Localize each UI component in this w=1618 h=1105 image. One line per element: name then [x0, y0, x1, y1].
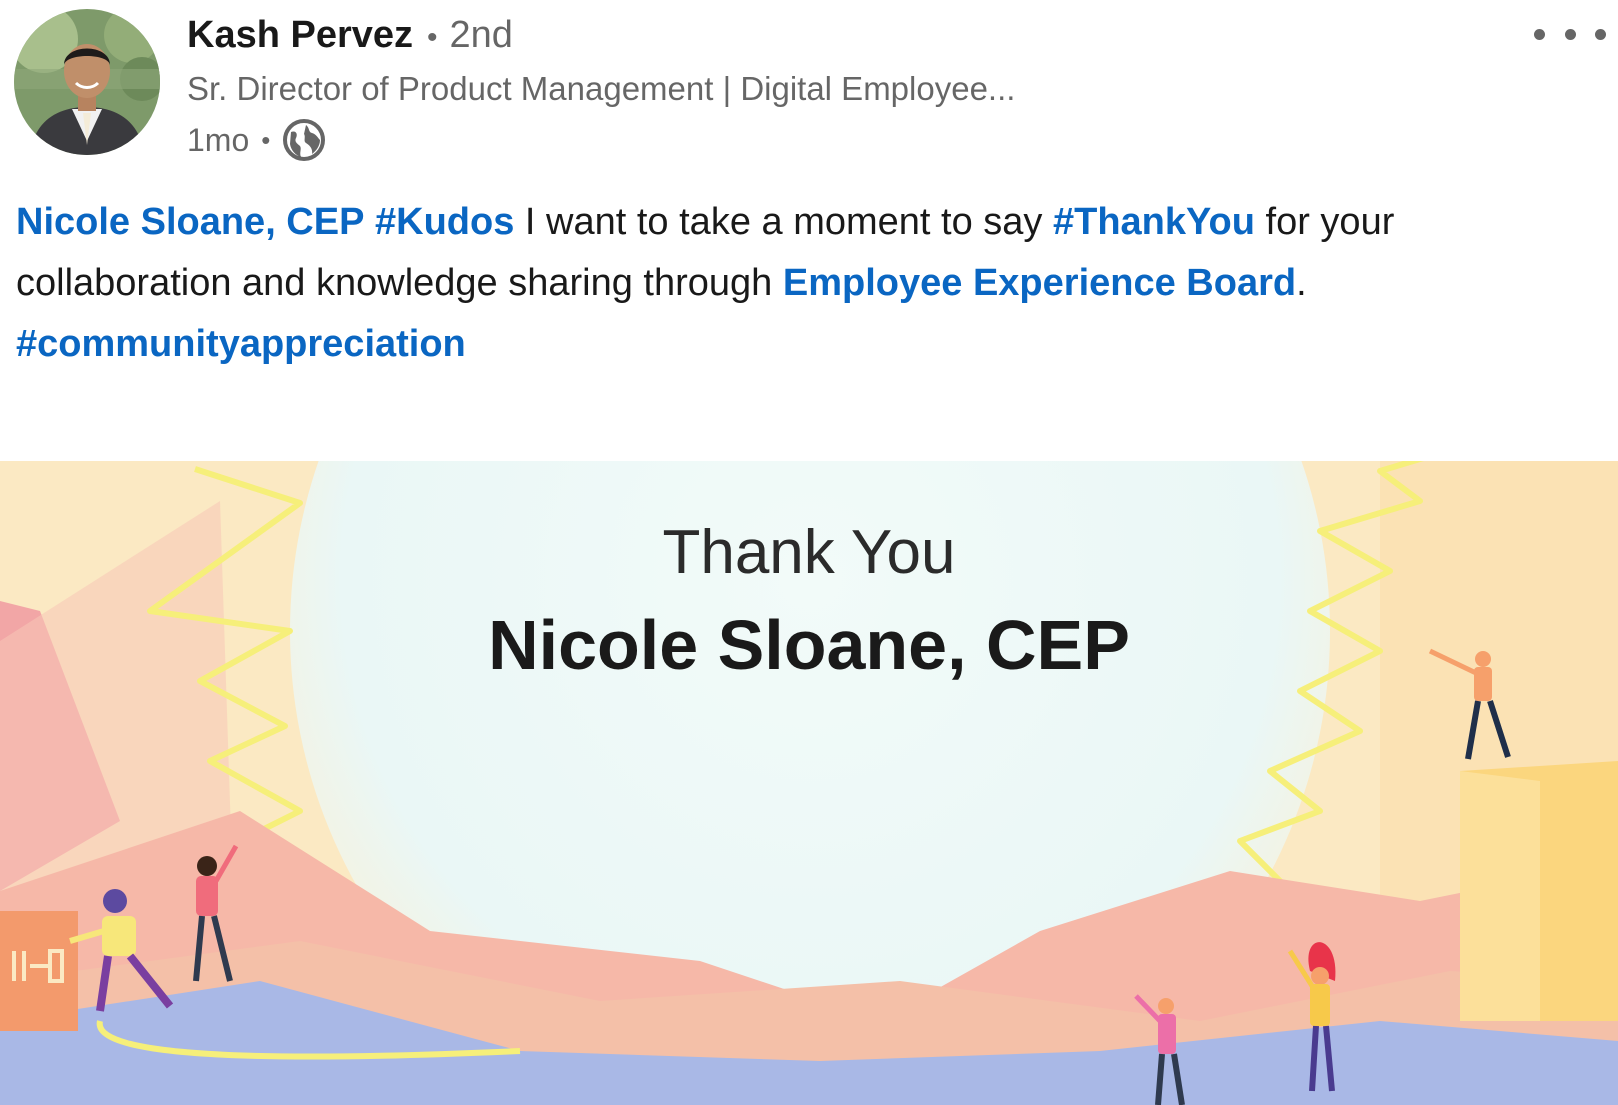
separator-dot: •: [427, 21, 438, 54]
post-meta: 1mo •: [187, 118, 326, 162]
avatar-photo: [14, 9, 160, 155]
mention-link[interactable]: Nicole Sloane, CEP: [16, 201, 364, 243]
commentary-text: I want to take a moment to say: [514, 201, 1053, 243]
image-recipient-name: Nicole Sloane, CEP: [488, 606, 1130, 684]
hashtag-community-link[interactable]: #communityappreciation: [16, 323, 466, 365]
avatar[interactable]: [14, 9, 160, 155]
image-heading: Thank You: [662, 518, 956, 587]
separator-dot: •: [261, 124, 271, 155]
commentary-text: .: [1296, 262, 1307, 304]
hashtag-thankyou-link[interactable]: #ThankYou: [1053, 201, 1255, 243]
actor-name-row: Kash Pervez • 2nd: [187, 14, 513, 66]
connection-degree: 2nd: [449, 14, 513, 56]
more-actions-button[interactable]: [1534, 16, 1606, 52]
post-commentary: Nicole Sloane, CEP #Kudos I want to take…: [16, 192, 1576, 375]
actor-headline: Sr. Director of Product Management | Dig…: [187, 70, 1016, 107]
hashtag-kudos-link[interactable]: #Kudos: [375, 201, 514, 243]
page-mention-link[interactable]: Employee Experience Board: [783, 262, 1296, 304]
feed-post: Kash Pervez • 2nd Sr. Director of Produc…: [0, 0, 1618, 1105]
post-image[interactable]: Thank You Nicole Sloane, CEP: [0, 461, 1618, 1105]
post-time: 1mo: [187, 121, 250, 158]
actor-name[interactable]: Kash Pervez: [187, 14, 413, 57]
ellipsis-icon: [1595, 28, 1606, 40]
globe-icon: [282, 118, 326, 162]
ellipsis-icon: [1564, 28, 1576, 40]
ellipsis-icon: [1534, 28, 1545, 40]
